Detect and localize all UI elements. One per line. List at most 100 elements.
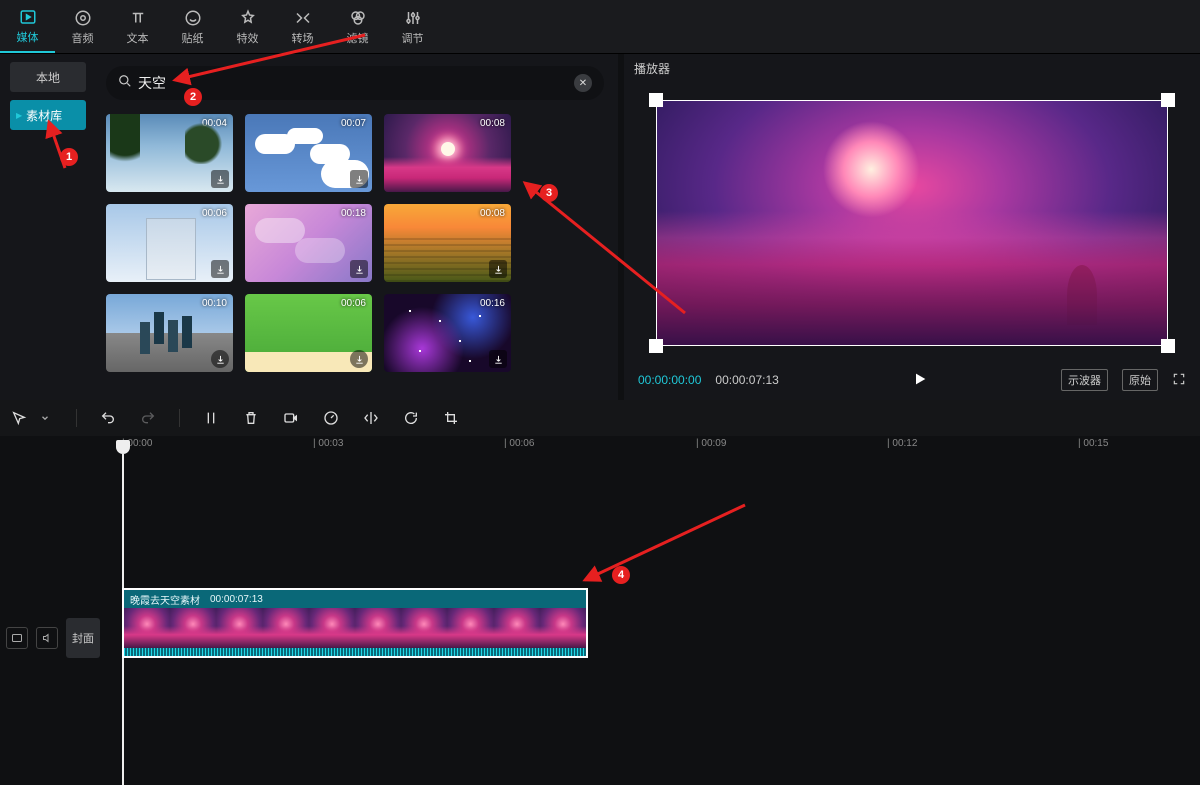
thumb-duration: 00:06 bbox=[341, 298, 366, 309]
preview-image bbox=[657, 101, 1167, 345]
ruler-tick: | 00:06 bbox=[504, 438, 534, 449]
transition-icon bbox=[293, 8, 313, 28]
clear-search-button[interactable]: ✕ bbox=[574, 74, 592, 92]
preview-canvas[interactable] bbox=[656, 100, 1168, 346]
search-icon bbox=[118, 74, 132, 93]
download-icon[interactable] bbox=[211, 350, 229, 368]
raw-button[interactable]: 原始 bbox=[1122, 369, 1158, 391]
record-button[interactable] bbox=[280, 407, 302, 429]
media-source-list: 本地 素材库 bbox=[0, 54, 96, 138]
preview-viewport[interactable] bbox=[634, 88, 1190, 360]
thumb-duration: 00:06 bbox=[202, 208, 227, 219]
timeline-clip[interactable]: 晚霞去天空素材 00:00:07:13 bbox=[122, 588, 588, 658]
resize-handle-br[interactable] bbox=[1161, 339, 1175, 353]
timeline-area[interactable]: 封面 晚霞去天空素材 00:00:07:13 bbox=[0, 454, 1200, 785]
tab-text[interactable]: 文本 bbox=[110, 0, 165, 53]
select-tool[interactable] bbox=[8, 407, 30, 429]
ruler-tick: | 00:03 bbox=[313, 438, 343, 449]
delete-button[interactable] bbox=[240, 407, 262, 429]
tab-adjust[interactable]: 调节 bbox=[385, 0, 440, 53]
tab-label: 媒体 bbox=[17, 29, 39, 45]
library-thumb[interactable]: 00:16 bbox=[384, 294, 511, 372]
time-current: 00:00:00:00 bbox=[638, 373, 701, 387]
download-icon[interactable] bbox=[350, 350, 368, 368]
download-icon[interactable] bbox=[350, 170, 368, 188]
cover-button[interactable]: 封面 bbox=[66, 618, 100, 658]
library-thumb[interactable]: 00:10 bbox=[106, 294, 233, 372]
player-title: 播放器 bbox=[624, 54, 1200, 84]
crop-button[interactable] bbox=[440, 407, 462, 429]
library-thumb[interactable]: 00:07 bbox=[245, 114, 372, 192]
thumb-duration: 00:10 bbox=[202, 298, 227, 309]
tab-label: 音频 bbox=[72, 30, 94, 46]
library-thumb[interactable]: 00:08 bbox=[384, 114, 511, 192]
rotate-button[interactable] bbox=[400, 407, 422, 429]
clip-frame-thumb bbox=[309, 608, 355, 648]
ruler-tick: | 00:09 bbox=[696, 438, 726, 449]
split-button[interactable] bbox=[200, 407, 222, 429]
clip-frame-thumb bbox=[540, 608, 586, 648]
mirror-button[interactable] bbox=[360, 407, 382, 429]
clip-frame-thumb bbox=[401, 608, 447, 648]
clip-frame-thumb bbox=[170, 608, 216, 648]
download-icon[interactable] bbox=[350, 260, 368, 278]
clip-frame-thumb bbox=[355, 608, 401, 648]
library-thumb[interactable]: 00:18 bbox=[245, 204, 372, 282]
annotation-badge-1: 1 bbox=[60, 148, 78, 166]
tab-effects[interactable]: 特效 bbox=[220, 0, 275, 53]
download-icon[interactable] bbox=[489, 170, 507, 188]
player-panel: 播放器 00:00:00:00 00:00:07:13 示波器 原始 bbox=[624, 54, 1200, 400]
media-icon bbox=[18, 7, 38, 27]
library-thumb[interactable]: 00:04 bbox=[106, 114, 233, 192]
play-button[interactable] bbox=[912, 371, 928, 390]
scope-button[interactable]: 示波器 bbox=[1061, 369, 1108, 391]
ruler-tick: | 00:15 bbox=[1078, 438, 1108, 449]
tab-sticker[interactable]: 贴纸 bbox=[165, 0, 220, 53]
clip-duration: 00:00:07:13 bbox=[210, 594, 263, 605]
effects-icon bbox=[238, 8, 258, 28]
text-icon bbox=[128, 8, 148, 28]
tab-filter[interactable]: 滤镜 bbox=[330, 0, 385, 53]
download-icon[interactable] bbox=[489, 350, 507, 368]
track-lock-icon[interactable] bbox=[6, 627, 28, 649]
library-thumb[interactable]: 00:08 bbox=[384, 204, 511, 282]
chevron-down-icon[interactable] bbox=[34, 407, 56, 429]
top-tab-bar: 媒体 音频 文本 贴纸 特效 转场 滤镜 调节 bbox=[0, 0, 1200, 54]
redo-button[interactable] bbox=[137, 407, 159, 429]
speed-button[interactable] bbox=[320, 407, 342, 429]
undo-button[interactable] bbox=[97, 407, 119, 429]
download-icon[interactable] bbox=[211, 260, 229, 278]
search-bar[interactable]: ✕ bbox=[106, 66, 604, 100]
download-icon[interactable] bbox=[211, 170, 229, 188]
clip-frame-thumb bbox=[494, 608, 540, 648]
library-thumb[interactable]: 00:06 bbox=[106, 204, 233, 282]
thumb-duration: 00:04 bbox=[202, 118, 227, 129]
annotation-badge-4: 4 bbox=[612, 566, 630, 584]
tab-label: 调节 bbox=[402, 30, 424, 46]
thumb-duration: 00:08 bbox=[480, 118, 505, 129]
audio-icon bbox=[73, 8, 93, 28]
sidebar-item-library[interactable]: 素材库 bbox=[10, 100, 86, 130]
thumb-duration: 00:18 bbox=[341, 208, 366, 219]
sidebar-item-local[interactable]: 本地 bbox=[10, 62, 86, 92]
clip-thumbnails bbox=[124, 608, 586, 648]
timeline-ruler[interactable]: | 00:00| 00:03| 00:06| 00:09| 00:12| 00:… bbox=[0, 436, 1200, 454]
track-mute-icon[interactable] bbox=[36, 627, 58, 649]
tab-transition[interactable]: 转场 bbox=[275, 0, 330, 53]
library-thumb[interactable]: 00:06 bbox=[245, 294, 372, 372]
sticker-icon bbox=[183, 8, 203, 28]
clip-frame-thumb bbox=[216, 608, 262, 648]
tab-label: 文本 bbox=[127, 30, 149, 46]
fullscreen-button[interactable] bbox=[1172, 372, 1186, 389]
resize-handle-tr[interactable] bbox=[1161, 93, 1175, 107]
download-icon[interactable] bbox=[489, 260, 507, 278]
thumb-duration: 00:07 bbox=[341, 118, 366, 129]
resize-handle-tl[interactable] bbox=[649, 93, 663, 107]
tab-media[interactable]: 媒体 bbox=[0, 0, 55, 53]
resize-handle-bl[interactable] bbox=[649, 339, 663, 353]
filter-icon bbox=[348, 8, 368, 28]
player-controls: 00:00:00:00 00:00:07:13 示波器 原始 bbox=[624, 360, 1200, 400]
clip-frame-thumb bbox=[263, 608, 309, 648]
search-input[interactable] bbox=[138, 75, 568, 91]
tab-audio[interactable]: 音频 bbox=[55, 0, 110, 53]
